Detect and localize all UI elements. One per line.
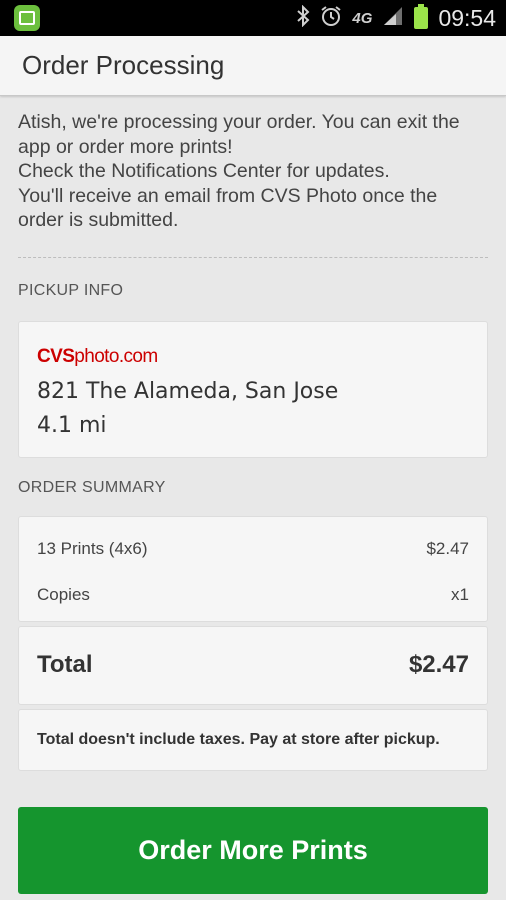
status-bar: 4G 09:54 — [0, 0, 506, 36]
signal-icon — [382, 5, 404, 31]
copies-value: x1 — [451, 584, 469, 604]
copies-row: Copies x1 — [37, 577, 469, 613]
alarm-icon — [320, 5, 342, 31]
prints-row: 13 Prints (4x6) $2.47 — [37, 517, 469, 577]
total-card: Total $2.47 — [18, 625, 488, 705]
intro-line-1: Atish, we're processing your order. You … — [18, 111, 460, 158]
gallery-app-icon — [14, 5, 40, 31]
clock: 09:54 — [438, 4, 496, 31]
pickup-info-label: PICKUP INFO — [18, 281, 124, 299]
store-address: 821 The Alameda, San Jose — [37, 378, 339, 404]
battery-icon — [414, 4, 429, 29]
intro-line-2: Check the Notifications Center for updat… — [18, 160, 390, 182]
store-distance: 4.1 mi — [37, 412, 107, 438]
tax-note-card: Total doesn't include taxes. Pay at stor… — [18, 708, 488, 771]
main-content: Atish, we're processing your order. You … — [0, 96, 506, 771]
4g-icon: 4G — [352, 9, 373, 27]
order-summary-card: 13 Prints (4x6) $2.47 Copies x1 — [18, 515, 488, 622]
app-bar: Order Processing — [0, 36, 506, 96]
copies-label: Copies — [37, 584, 90, 604]
page-title: Order Processing — [22, 50, 225, 80]
order-summary-label: ORDER SUMMARY — [18, 478, 166, 496]
processing-message: Atish, we're processing your order. You … — [18, 110, 488, 233]
total-value: $2.47 — [408, 651, 469, 678]
intro-line-3: You'll receive an email from CVS Photo o… — [18, 184, 438, 232]
cvs-photo-logo: CVSphoto.com — [37, 345, 158, 367]
prints-label: 13 Prints (4x6) — [37, 538, 148, 558]
order-more-prints-button[interactable]: Order More Prints — [18, 807, 488, 894]
dashed-divider — [18, 256, 488, 258]
prints-price: $2.47 — [426, 538, 469, 558]
total-label: Total — [37, 651, 93, 678]
pickup-card: CVSphoto.com 821 The Alameda, San Jose 4… — [18, 320, 488, 458]
tax-note: Total doesn't include taxes. Pay at stor… — [37, 730, 440, 748]
bluetooth-icon — [296, 4, 310, 31]
